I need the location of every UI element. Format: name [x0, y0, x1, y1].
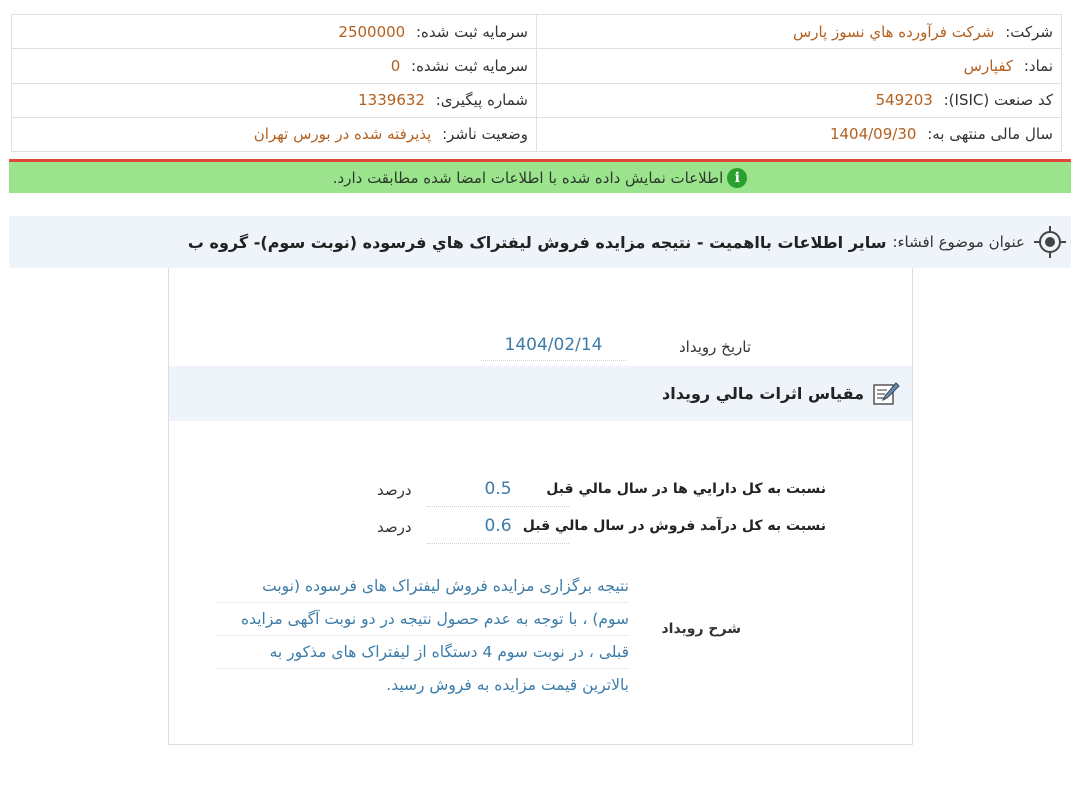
symbol-cell: نماد: کفپارس [536, 48, 1062, 84]
fiscal-year-cell: سال مالی منتهی به: 1404/09/30 [536, 116, 1062, 153]
info-row: نماد: کفپارس سرمایه ثبت نشده: 0 [11, 48, 1062, 84]
info-row: شرکت: شرکت فرآورده هاي نسوز پارس سرمایه … [11, 13, 1062, 50]
unregistered-capital-label: سرمایه ثبت نشده: [411, 56, 528, 75]
tracking-number-value: 1339632 [358, 91, 425, 110]
financial-impact-title: مقیاس اثرات مالي رویداد [662, 384, 864, 403]
verification-banner: i اطلاعات نمایش داده شده با اطلاعات امضا… [9, 162, 1071, 193]
edit-document-icon [873, 381, 900, 405]
unregistered-capital-cell: سرمایه ثبت نشده: 0 [11, 48, 537, 84]
isic-cell: کد صنعت (ISIC): 549203 [536, 82, 1062, 118]
metric-value-revenue: 0.6 [427, 509, 569, 544]
description-text: نتیجه برگزاری مزایده فروش لیفتراک های فر… [217, 570, 629, 701]
description-line: سوم) ، با توجه به عدم حصول نتیجه در دو ن… [217, 603, 629, 636]
event-details-panel: تاریخ رویداد 1404/02/14 مقیاس اثرات مالي… [168, 268, 913, 745]
info-row: کد صنعت (ISIC): 549203 شماره پیگیری: 133… [11, 82, 1062, 118]
publisher-status-value: پذیرفته شده در بورس تهران [253, 125, 432, 144]
tracking-number-cell: شماره پیگیری: 1339632 [11, 82, 537, 118]
info-icon: i [727, 167, 748, 188]
isic-value: 549203 [875, 91, 933, 110]
target-icon [1034, 226, 1066, 258]
company-label: شرکت: [1005, 22, 1053, 41]
isic-label: کد صنعت (ISIC): [943, 91, 1053, 110]
symbol-value[interactable]: کفپارس [964, 57, 1013, 75]
description-line: قبلی ، در نوبت سوم 4 دستگاه از لیفتراک ه… [217, 636, 629, 669]
fiscal-year-value: 1404/09/30 [829, 125, 917, 144]
event-date-label: تاریخ رویداد [679, 338, 751, 356]
company-cell: شرکت: شرکت فرآورده هاي نسوز پارس [536, 13, 1062, 50]
fiscal-year-label: سال مالی منتهی به: [927, 125, 1053, 144]
company-info-table: شرکت: شرکت فرآورده هاي نسوز پارس سرمایه … [11, 13, 1062, 153]
disclosure-subject-bar: عنوان موضوع افشاء: سایر اطلاعات بااهمیت … [9, 216, 1071, 268]
metric-value-assets: 0.5 [427, 472, 569, 507]
verification-message: اطلاعات نمایش داده شده با اطلاعات امضا ش… [332, 168, 724, 187]
description-line: نتیجه برگزاری مزایده فروش لیفتراک های فر… [217, 570, 629, 603]
company-value[interactable]: شرکت فرآورده هاي نسوز پارس [793, 23, 995, 41]
publisher-status-cell: وضعیت ناشر: پذیرفته شده در بورس تهران [11, 116, 537, 153]
subject-title: سایر اطلاعات بااهمیت - نتیجه مزایده فروش… [187, 232, 887, 252]
registered-capital-value: 2500000 [338, 22, 406, 41]
tracking-number-label: شماره پیگیری: [435, 91, 528, 110]
metric-label-assets: نسبت به کل دارایي ها در سال مالي قبل [546, 481, 826, 497]
registered-capital-label: سرمایه ثبت شده: [416, 22, 528, 41]
financial-impact-header: مقیاس اثرات مالي رویداد [169, 366, 912, 421]
unregistered-capital-value: 0 [390, 56, 401, 75]
description-line: بالاترین قیمت مزایده به فروش رسید. [386, 676, 629, 694]
event-date-value: 1404/02/14 [481, 330, 626, 361]
registered-capital-cell: سرمایه ثبت شده: 2500000 [11, 13, 537, 50]
description-label: شرح رویداد [661, 621, 741, 637]
symbol-label: نماد: [1023, 56, 1053, 75]
subject-label: عنوان موضوع افشاء: [892, 233, 1025, 251]
metric-unit-revenue: درصد [377, 518, 412, 536]
publisher-status-label: وضعیت ناشر: [442, 125, 528, 144]
metric-unit-assets: درصد [377, 481, 412, 499]
info-row: سال مالی منتهی به: 1404/09/30 وضعیت ناشر… [11, 116, 1062, 153]
